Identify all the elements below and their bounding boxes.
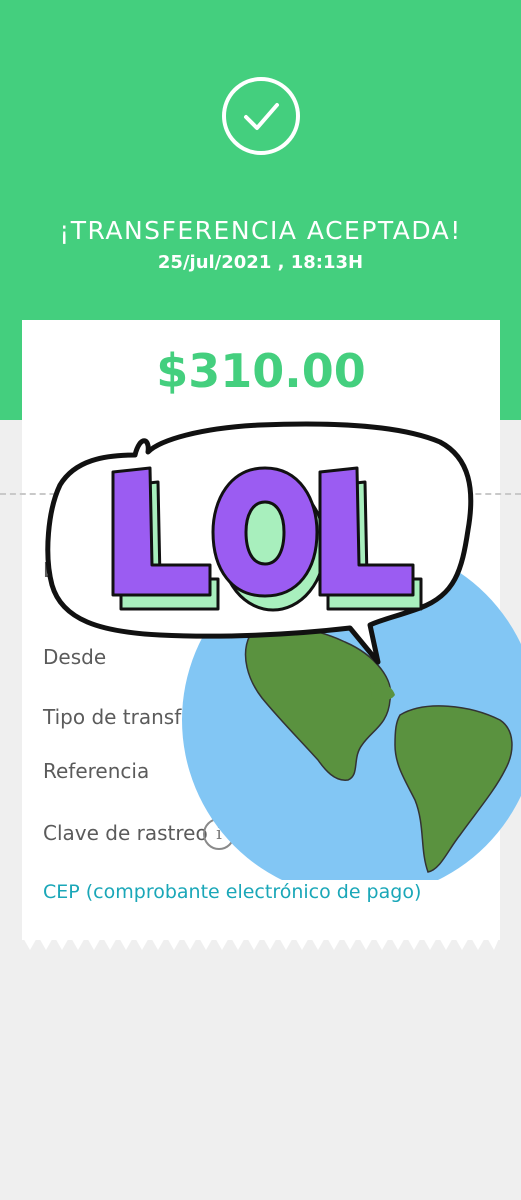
info-icon[interactable]: i: [203, 818, 235, 850]
receipt-divider: [0, 493, 521, 495]
detail-label-partial: D: [43, 558, 59, 582]
cep-link[interactable]: CEP (comprobante electrónico de pago): [43, 881, 421, 903]
checkmark-circle-icon: [222, 77, 300, 155]
transfer-amount: $310.00: [156, 344, 366, 398]
detail-label-desde: Desde: [43, 645, 107, 669]
checkmark-icon: [244, 103, 279, 130]
detail-label-clave: Clave de rastreo: [43, 821, 208, 845]
transfer-confirmation-screen: ¡TRANSFERENCIA ACEPTADA! 25/jul/2021 , 1…: [0, 0, 521, 1200]
receipt-torn-edge: [22, 936, 500, 950]
receipt-card: $310.00: [22, 320, 500, 940]
detail-label-tipo: Tipo de transfe: [43, 705, 194, 729]
detail-label-referencia: Referencia: [43, 759, 150, 783]
page-title: ¡TRANSFERENCIA ACEPTADA!: [59, 216, 462, 245]
transfer-datetime: 25/jul/2021 , 18:13H: [157, 252, 364, 273]
